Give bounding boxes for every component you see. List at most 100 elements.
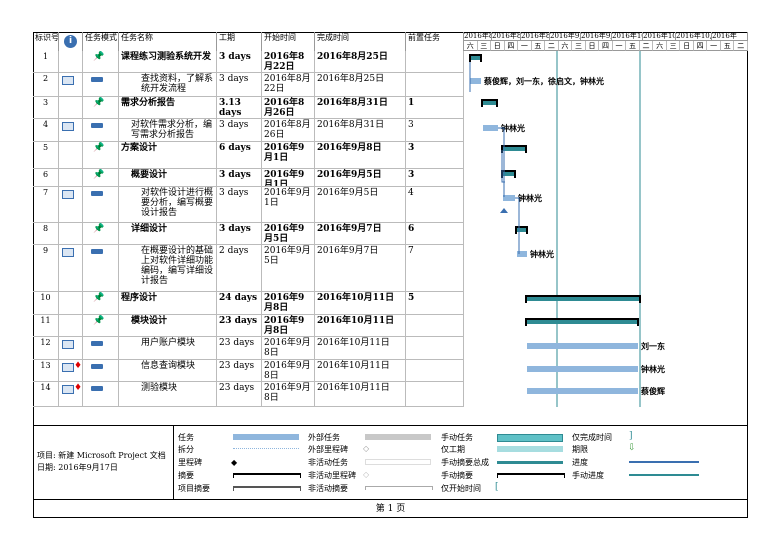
- task-pred-cell[interactable]: 7: [406, 245, 464, 291]
- task-info-cell[interactable]: [59, 292, 83, 314]
- task-name-cell[interactable]: 对软件设计进行概要分析，编写概要设计报告: [119, 187, 217, 222]
- task-finish-cell[interactable]: 2016年9月5日: [315, 187, 406, 222]
- task-duration-cell[interactable]: 3 days: [217, 187, 262, 222]
- task-duration-cell[interactable]: 23 days: [217, 360, 262, 381]
- task-start-cell[interactable]: 2016年8月22日: [262, 73, 315, 96]
- task-pred-cell[interactable]: 5: [406, 292, 464, 314]
- task-name-cell[interactable]: 用户账户模块: [119, 337, 217, 359]
- task-finish-cell[interactable]: 2016年10月11日: [315, 360, 406, 381]
- task-finish-cell[interactable]: 2016年9月5日: [315, 169, 406, 186]
- task-id-cell[interactable]: 5: [33, 142, 59, 168]
- task-start-cell[interactable]: 2016年9月1日: [262, 187, 315, 222]
- header-mode[interactable]: 任务模式: [83, 32, 119, 51]
- task-pred-cell[interactable]: 3: [406, 169, 464, 186]
- task-start-cell[interactable]: 2016年9月8日: [262, 382, 315, 406]
- task-row[interactable]: 12 用户账户模块 23 days 2016年9月8日 2016年10月11日: [33, 337, 464, 360]
- task-id-cell[interactable]: 11: [33, 315, 59, 336]
- task-name-cell[interactable]: 程序设计: [119, 292, 217, 314]
- task-mode-icon[interactable]: [83, 119, 119, 141]
- task-start-cell[interactable]: 2016年8月26日: [262, 97, 315, 118]
- task-pred-cell[interactable]: [406, 337, 464, 359]
- task-info-cell[interactable]: [59, 51, 83, 72]
- task-pred-cell[interactable]: [406, 51, 464, 72]
- task-name-cell[interactable]: 对软件需求分析，编写需求分析报告: [119, 119, 217, 141]
- task-pred-cell[interactable]: 4: [406, 187, 464, 222]
- task-mode-icon[interactable]: [83, 360, 119, 381]
- task-start-cell[interactable]: 2016年9月5日: [262, 223, 315, 244]
- task-mode-icon[interactable]: [83, 245, 119, 291]
- task-finish-cell[interactable]: 2016年9月7日: [315, 245, 406, 291]
- task-pred-cell[interactable]: [406, 382, 464, 406]
- task-info-cell[interactable]: [59, 187, 83, 222]
- task-mode-icon[interactable]: [83, 382, 119, 406]
- task-duration-cell[interactable]: 23 days: [217, 315, 262, 336]
- task-info-cell[interactable]: [59, 142, 83, 168]
- task-finish-cell[interactable]: 2016年8月25日: [315, 51, 406, 72]
- task-name-cell[interactable]: 查找资料，了解系统开发流程: [119, 73, 217, 96]
- task-id-cell[interactable]: 12: [33, 337, 59, 359]
- task-pred-cell[interactable]: [406, 315, 464, 336]
- task-row[interactable]: 2 查找资料，了解系统开发流程 3 days 2016年8月22日 2016年8月25日: [33, 73, 464, 97]
- task-row[interactable]: 3 📌 需求分析报告 3.13 days 2016年8月26日 2016年8月31日 1: [33, 97, 464, 119]
- task-row[interactable]: 9 在概要设计的基础上对软件详细功能编码，编写详细设计报告 2 days 2016年9…: [33, 245, 464, 292]
- task-start-cell[interactable]: 2016年9月1日: [262, 169, 315, 186]
- task-mode-icon[interactable]: [83, 73, 119, 96]
- task-row[interactable]: 5 📌 方案设计 6 days 2016年9月1日 2016年9月8日 3: [33, 142, 464, 169]
- header-duration[interactable]: 工期: [217, 32, 262, 51]
- task-duration-cell[interactable]: 3 days: [217, 223, 262, 244]
- task-row[interactable]: 10 📌 程序设计 24 days 2016年9月8日 2016年10月11日 5: [33, 292, 464, 315]
- auto-schedule-pin-icon[interactable]: 📌: [83, 51, 119, 72]
- task-row[interactable]: 6 📌 概要设计 3 days 2016年9月1日 2016年9月5日 3: [33, 169, 464, 187]
- task-start-cell[interactable]: 2016年9月1日: [262, 142, 315, 168]
- task-row[interactable]: 7 对软件设计进行概要分析，编写概要设计报告 3 days 2016年9月1日 2016…: [33, 187, 464, 223]
- task-row[interactable]: 8 📌 详细设计 3 days 2016年9月5日 2016年9月7日 6: [33, 223, 464, 245]
- task-pred-cell[interactable]: [406, 73, 464, 96]
- header-id[interactable]: 标识号: [33, 32, 59, 51]
- task-start-cell[interactable]: 2016年9月8日: [262, 337, 315, 359]
- task-info-cell[interactable]: [59, 169, 83, 186]
- task-name-cell[interactable]: 方案设计: [119, 142, 217, 168]
- header-finish[interactable]: 完成时间: [315, 32, 406, 51]
- task-info-cell[interactable]: [59, 73, 83, 96]
- header-pred[interactable]: 前置任务: [406, 32, 464, 51]
- task-pred-cell[interactable]: 3: [406, 119, 464, 141]
- task-info-cell[interactable]: [59, 119, 83, 141]
- task-id-cell[interactable]: 10: [33, 292, 59, 314]
- task-id-cell[interactable]: 1: [33, 51, 59, 72]
- task-pred-cell[interactable]: 1: [406, 97, 464, 118]
- task-duration-cell[interactable]: 23 days: [217, 382, 262, 406]
- task-mode-icon[interactable]: [83, 187, 119, 222]
- task-duration-cell[interactable]: 2 days: [217, 245, 262, 291]
- task-finish-cell[interactable]: 2016年8月25日: [315, 73, 406, 96]
- task-name-cell[interactable]: 概要设计: [119, 169, 217, 186]
- task-id-cell[interactable]: 13: [33, 360, 59, 381]
- task-finish-cell[interactable]: 2016年10月11日: [315, 382, 406, 406]
- task-info-cell[interactable]: [59, 223, 83, 244]
- task-name-cell[interactable]: 信息查询模块: [119, 360, 217, 381]
- header-name[interactable]: 任务名称: [119, 32, 217, 51]
- task-name-cell[interactable]: 在概要设计的基础上对软件详细功能编码，编写详细设计报告: [119, 245, 217, 291]
- task-duration-cell[interactable]: 3 days: [217, 73, 262, 96]
- task-finish-cell[interactable]: 2016年8月31日: [315, 97, 406, 118]
- task-name-cell[interactable]: 需求分析报告: [119, 97, 217, 118]
- task-id-cell[interactable]: 8: [33, 223, 59, 244]
- auto-schedule-pin-icon[interactable]: 📌: [83, 223, 119, 244]
- task-duration-cell[interactable]: 3.13 days: [217, 97, 262, 118]
- task-start-cell[interactable]: 2016年8月22日: [262, 51, 315, 72]
- auto-schedule-pin-icon[interactable]: 📌: [83, 97, 119, 118]
- task-info-cell[interactable]: [59, 97, 83, 118]
- task-info-cell[interactable]: [59, 315, 83, 336]
- task-finish-cell[interactable]: 2016年10月11日: [315, 337, 406, 359]
- task-info-cell[interactable]: ♦: [59, 360, 83, 381]
- task-duration-cell[interactable]: 6 days: [217, 142, 262, 168]
- task-row[interactable]: 4 对软件需求分析，编写需求分析报告 3 days 2016年8月26日 2016年8月…: [33, 119, 464, 142]
- task-name-cell[interactable]: 测验模块: [119, 382, 217, 406]
- task-finish-cell[interactable]: 2016年9月7日: [315, 223, 406, 244]
- task-id-cell[interactable]: 3: [33, 97, 59, 118]
- task-id-cell[interactable]: 6: [33, 169, 59, 186]
- auto-schedule-pin-icon[interactable]: 📌: [83, 292, 119, 314]
- auto-schedule-pin-icon[interactable]: 📌: [83, 169, 119, 186]
- task-start-cell[interactable]: 2016年9月8日: [262, 315, 315, 336]
- auto-schedule-pin-icon[interactable]: 📌: [83, 142, 119, 168]
- task-duration-cell[interactable]: 23 days: [217, 337, 262, 359]
